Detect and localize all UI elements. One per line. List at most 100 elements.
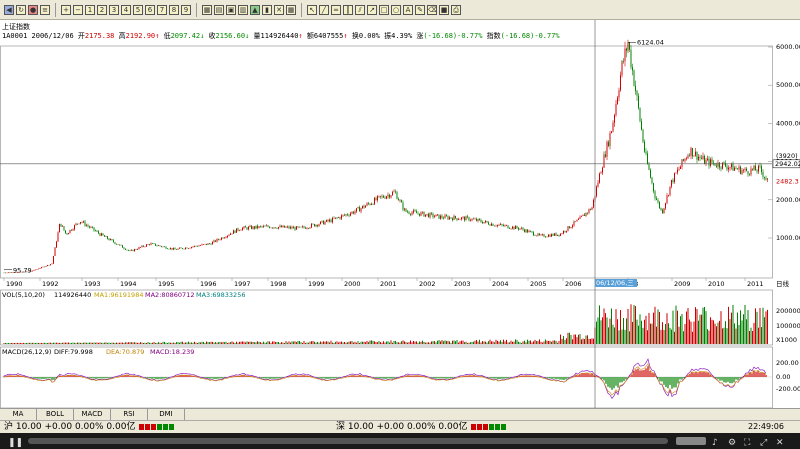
candle-body	[638, 95, 639, 108]
candle-body	[90, 227, 92, 228]
candle-body	[3, 272, 5, 274]
back-icon[interactable]: ◀	[4, 4, 14, 15]
zoom-in-icon[interactable]: +	[61, 4, 71, 15]
candle-body	[567, 226, 569, 231]
color-icon[interactable]: ■	[439, 4, 449, 15]
level-tool-icon[interactable]: ═	[331, 4, 341, 15]
table-icon[interactable]: ▦	[286, 4, 296, 15]
macd-histogram-bar	[701, 372, 703, 377]
candle-body	[453, 215, 455, 221]
rect-tool-icon[interactable]: □	[379, 4, 389, 15]
number-9-icon[interactable]: 9	[181, 4, 191, 15]
macd-chart[interactable]: MACD(26,12,9) DIFF:79.998 DEA:70.879 MACD:1…	[0, 346, 800, 408]
volume-bar	[624, 329, 626, 344]
page-icon[interactable]: ▤	[214, 4, 224, 15]
candle-body	[273, 227, 275, 229]
volume-bar	[674, 331, 675, 344]
volume-bar	[41, 342, 42, 344]
indicator-tab-dmi[interactable]: DMI	[148, 409, 185, 420]
volume-bar	[17, 342, 18, 344]
candle-body	[38, 268, 39, 270]
chart-area[interactable]: 6000.005000.004000.003000.002000.001000.…	[0, 20, 800, 408]
candle-body	[251, 226, 252, 229]
zoom-out-icon[interactable]: −	[73, 4, 83, 15]
chart-icon[interactable]: ▲	[250, 4, 260, 15]
candle-body	[392, 192, 393, 196]
volume-bar	[741, 320, 743, 344]
number-5-icon[interactable]: 5	[133, 4, 143, 15]
number-4-icon[interactable]: 4	[121, 4, 131, 15]
indicator-tab-rsi[interactable]: RSI	[111, 409, 148, 420]
candle-body	[270, 227, 272, 229]
volume-slider[interactable]	[676, 437, 706, 445]
candle-body	[740, 166, 741, 174]
volume-bar	[477, 341, 479, 344]
pause-icon[interactable]: ❚❚	[8, 438, 23, 448]
cross-icon[interactable]: ✕	[274, 4, 284, 15]
volume-bar	[545, 339, 546, 344]
cursor-icon[interactable]: ↖	[307, 4, 317, 15]
list-icon[interactable]: ≡	[40, 4, 50, 15]
candle-body	[545, 236, 546, 238]
volume-bar	[74, 342, 75, 344]
candle-body	[437, 214, 438, 216]
candle-body	[131, 249, 132, 251]
volume-bar	[587, 335, 588, 344]
candle-body	[584, 214, 585, 216]
number-1-icon[interactable]: 1	[85, 4, 95, 15]
candle-body	[476, 218, 477, 221]
channel-tool-icon[interactable]: ⫽	[355, 4, 365, 15]
volume-bar	[488, 341, 489, 344]
indicator-tab-macd[interactable]: MACD	[74, 409, 111, 420]
number-3-icon[interactable]: 3	[109, 4, 119, 15]
window-icon[interactable]: ▣	[226, 4, 236, 15]
close-icon[interactable]: ✕	[776, 438, 784, 448]
candle-body	[177, 248, 179, 250]
pencil-tool-icon[interactable]: ✎	[415, 4, 425, 15]
erase-tool-icon[interactable]: ⌫	[427, 4, 437, 15]
volume-bar	[216, 342, 218, 344]
record-icon[interactable]: ●	[28, 4, 38, 15]
number-6-icon[interactable]: 6	[145, 4, 155, 15]
circle-tool-icon[interactable]: ○	[391, 4, 401, 15]
candle-body	[744, 168, 746, 170]
grid-icon[interactable]: ▦	[202, 4, 212, 15]
price-chart[interactable]: 6000.005000.004000.003000.002000.001000.…	[0, 38, 800, 288]
number-7-icon[interactable]: 7	[157, 4, 167, 15]
fullscreen-icon[interactable]: ⛶	[743, 437, 751, 448]
candle-body	[188, 248, 189, 249]
split-icon[interactable]: ▥	[238, 4, 248, 15]
macd-histogram-bar	[673, 377, 675, 388]
macd-histogram-bar	[435, 377, 437, 379]
number-8-icon[interactable]: 8	[169, 4, 179, 15]
indicator-tab-boll[interactable]: BOLL	[37, 409, 74, 420]
volume-bar	[494, 342, 495, 344]
volume-bar	[617, 319, 618, 344]
print-icon[interactable]: ⎙	[451, 4, 461, 15]
candle-body	[431, 213, 432, 214]
progress-track[interactable]	[28, 438, 668, 444]
bars-icon[interactable]: ▮	[262, 4, 272, 15]
volume-bar	[162, 341, 164, 344]
speaker-icon[interactable]: ♪	[712, 438, 718, 448]
expand-icon[interactable]: ⤢	[759, 438, 767, 448]
volume-bar	[608, 327, 609, 344]
line-tool-icon[interactable]: ╱	[319, 4, 329, 15]
volume-bar	[222, 341, 224, 344]
arrow-tool-icon[interactable]: ↗	[367, 4, 377, 15]
volume-chart[interactable]: VOL(5,10,20) 114926440 MA1:96191984 MA2:808…	[0, 289, 800, 346]
text-tool-icon[interactable]: A	[403, 4, 413, 15]
number-2-icon[interactable]: 2	[97, 4, 107, 15]
volume-bar	[644, 319, 645, 344]
volume-bar	[368, 342, 369, 344]
settings-icon[interactable]: ⚙	[728, 438, 736, 448]
candle-body	[354, 211, 356, 214]
indicator-tab-ma[interactable]: MA	[0, 409, 37, 420]
volume-bar	[294, 341, 296, 344]
refresh-icon[interactable]: ↻	[16, 4, 26, 15]
candle-body	[158, 245, 159, 246]
vline-tool-icon[interactable]: ┃	[343, 4, 353, 15]
macd-histogram-bar	[161, 377, 163, 379]
volume-bar	[500, 340, 501, 344]
candle-body	[548, 234, 549, 237]
